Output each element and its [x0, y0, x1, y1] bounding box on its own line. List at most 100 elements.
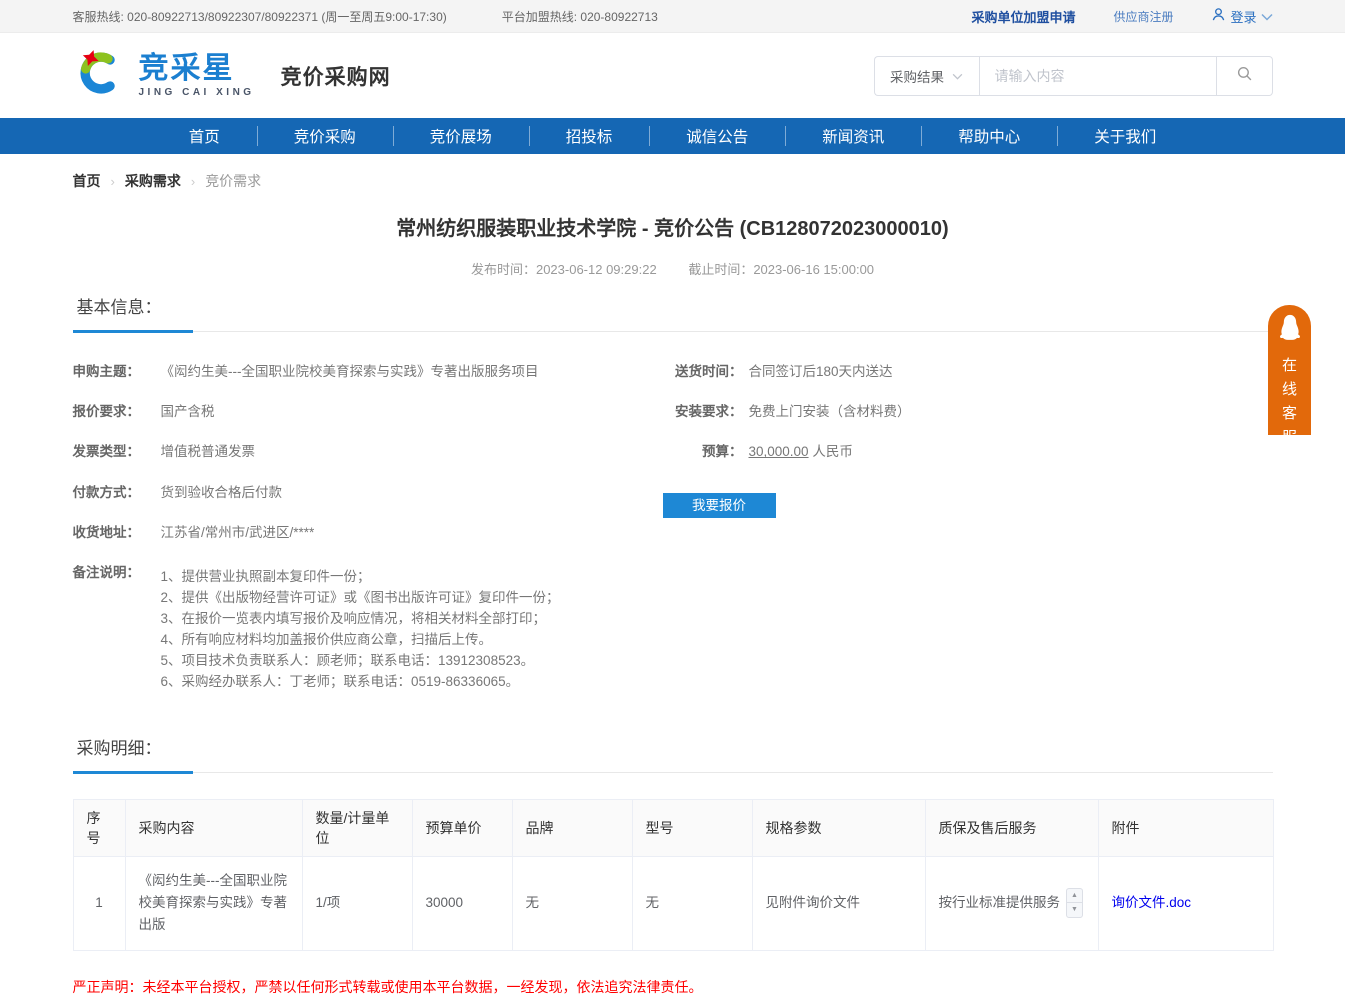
stepper-down-icon[interactable]: ▼ [1067, 903, 1082, 917]
cell-quantity: 1/项 [302, 856, 412, 950]
search-box: 采购结果 [874, 56, 1273, 96]
publish-time: 发布时间：2023-06-12 09:29:22 [471, 262, 657, 277]
cell-brand: 无 [512, 856, 632, 950]
field-budget: 预算： 30,000.00 人民币 [663, 445, 1273, 459]
attachment-link[interactable]: 询价文件.doc [1112, 895, 1192, 910]
search-input[interactable] [979, 56, 1217, 96]
site-header: 竞采星 JING CAI XING 竞价采购网 采购结果 [0, 33, 1345, 118]
site-name: 竞价采购网 [281, 61, 391, 91]
qq-penguin-icon [1275, 313, 1305, 350]
supplier-register-link[interactable]: 供应商注册 [1113, 8, 1173, 25]
notice-dates: 发布时间：2023-06-12 09:29:22 截止时间：2023-06-16… [73, 259, 1273, 278]
top-bar: 客服热线: 020-80922713/80922307/80922371 (周一… [0, 0, 1345, 33]
logo-cn-text: 竞采星 [139, 54, 255, 84]
quantity-stepper[interactable]: ▲ ▼ [1066, 888, 1083, 918]
field-delivery-time: 送货时间： 合同签订后180天内送达 [663, 365, 1273, 379]
col-model: 型号 [632, 799, 752, 856]
basic-info-section-header: 基本信息： [73, 293, 1273, 332]
cell-attachment: 询价文件.doc [1098, 856, 1273, 950]
field-value: 国产含税 [161, 405, 215, 419]
budget-currency: 人民币 [809, 444, 853, 459]
nav-item-bidding[interactable]: 竞价采购 [257, 118, 393, 154]
nav-item-help[interactable]: 帮助中心 [921, 118, 1057, 154]
disclaimer-text: 严正声明：未经本平台授权，严禁以任何形式转载或使用本平台数据，一经发现，依法追究… [73, 977, 1273, 997]
remark-line: 5、项目技术负责联系人：顾老师；联系电话：13912308523。 [161, 650, 560, 671]
quote-button[interactable]: 我要报价 [663, 493, 776, 518]
nav-item-integrity[interactable]: 诚信公告 [649, 118, 785, 154]
field-payment-method: 付款方式： 货到验收合格后付款 [73, 486, 663, 500]
cell-spec: 见附件询价文件 [752, 856, 925, 950]
nav-item-home[interactable]: 首页 [152, 118, 257, 154]
field-install-requirement: 安装要求： 免费上门安装（含材料费） [663, 405, 1273, 419]
search-button[interactable] [1217, 56, 1273, 96]
logo-en-text: JING CAI XING [139, 88, 255, 98]
breadcrumb-demand[interactable]: 采购需求 [125, 171, 181, 191]
remark-line: 1、提供营业执照副本复印件一份； [161, 566, 560, 587]
chevron-down-icon [952, 68, 963, 83]
warranty-text: 按行业标准提供服务 [939, 892, 1061, 914]
field-value: 增值税普通发票 [161, 445, 256, 459]
remark-line: 4、所有响应材料均加盖报价供应商公章，扫描后上传。 [161, 629, 560, 650]
nav-item-news[interactable]: 新闻资讯 [785, 118, 921, 154]
field-remarks: 备注说明： 1、提供营业执照副本复印件一份； 2、提供《出版物经营许可证》或《图… [73, 566, 663, 692]
platform-hotline: 平台加盟热线: 020-80922713 [502, 8, 658, 25]
chevron-down-icon [1261, 9, 1273, 24]
col-spec: 规格参数 [752, 799, 925, 856]
field-value: 货到验收合格后付款 [161, 486, 283, 500]
col-content: 采购内容 [125, 799, 302, 856]
col-quantity: 数量/计量单位 [302, 799, 412, 856]
nav-item-showroom[interactable]: 竞价展场 [393, 118, 529, 154]
search-category-value: 采购结果 [890, 66, 944, 86]
detail-title: 采购明细： [77, 739, 162, 758]
field-label: 付款方式： [73, 486, 155, 500]
col-warranty: 质保及售后服务 [925, 799, 1098, 856]
login-link[interactable]: 登录 [1211, 7, 1272, 26]
field-delivery-address: 收货地址： 江苏省/常州市/武进区/**** [73, 526, 663, 540]
remark-line: 2、提供《出版物经营许可证》或《图书出版许可证》复印件一份； [161, 587, 560, 608]
search-category-select[interactable]: 采购结果 [874, 56, 979, 96]
budget-amount: 30,000.00 [749, 444, 809, 459]
remark-line: 6、采购经办联系人：丁老师；联系电话：0519-86336065。 [161, 671, 560, 692]
field-value: 免费上门安装（含材料费） [749, 405, 911, 419]
user-icon [1211, 7, 1226, 25]
col-brand: 品牌 [512, 799, 632, 856]
field-label: 备注说明： [73, 566, 155, 692]
service-hotline: 客服热线: 020-80922713/80922307/80922371 (周一… [73, 8, 447, 25]
basic-info-title: 基本信息： [77, 298, 162, 317]
field-label: 预算： [663, 445, 743, 459]
col-seq: 序号 [73, 799, 125, 856]
field-label: 收货地址： [73, 526, 155, 540]
field-value: 合同签订后180天内送达 [749, 365, 893, 379]
breadcrumb-home[interactable]: 首页 [73, 171, 101, 191]
site-logo[interactable]: 竞采星 JING CAI XING [73, 45, 255, 106]
breadcrumb: 首页 › 采购需求 › 竞价需求 [73, 171, 1273, 191]
field-purchase-subject: 申购主题： 《闳约生美---全国职业院校美育探索与实践》专著出版服务项目 [73, 365, 663, 379]
detail-section-header: 采购明细： [73, 734, 1273, 773]
field-label: 申购主题： [73, 365, 155, 379]
online-service-label: 在 线 客 服 [1282, 354, 1297, 450]
breadcrumb-current: 竞价需求 [205, 171, 261, 191]
field-label: 报价要求： [73, 405, 155, 419]
purchaser-join-link[interactable]: 采购单位加盟申请 [971, 7, 1075, 26]
cell-model: 无 [632, 856, 752, 950]
table-row: 1 《闳约生美---全国职业院校美育探索与实践》专著出版 1/项 30000 无… [73, 856, 1273, 950]
field-value: 江苏省/常州市/武进区/**** [161, 526, 315, 540]
search-icon [1236, 65, 1253, 87]
field-invoice-type: 发票类型： 增值税普通发票 [73, 445, 663, 459]
breadcrumb-separator-icon: › [191, 174, 195, 189]
col-unit-price: 预算单价 [412, 799, 512, 856]
cell-warranty: 按行业标准提供服务 ▲ ▼ [925, 856, 1098, 950]
main-nav: 首页 竞价采购 竞价展场 招投标 诚信公告 新闻资讯 帮助中心 关于我们 [0, 118, 1345, 154]
cell-unit-price: 30000 [412, 856, 512, 950]
online-service-widget[interactable]: 在 线 客 服 [1268, 305, 1311, 435]
remark-line: 3、在报价一览表内填写报价及响应情况，将相关材料全部打印； [161, 608, 560, 629]
field-value: 《闳约生美---全国职业院校美育探索与实践》专著出版服务项目 [161, 365, 539, 379]
cell-seq: 1 [73, 856, 125, 950]
cell-content: 《闳约生美---全国职业院校美育探索与实践》专著出版 [125, 856, 302, 950]
nav-item-tender[interactable]: 招投标 [529, 118, 650, 154]
deadline-time: 截止时间：2023-06-16 15:00:00 [688, 262, 874, 277]
nav-item-about[interactable]: 关于我们 [1057, 118, 1193, 154]
field-quote-requirement: 报价要求： 国产含税 [73, 405, 663, 419]
col-attachment: 附件 [1098, 799, 1273, 856]
page-title: 常州纺织服装职业技术学院 - 竞价公告 (CB128072023000010) [73, 212, 1273, 241]
